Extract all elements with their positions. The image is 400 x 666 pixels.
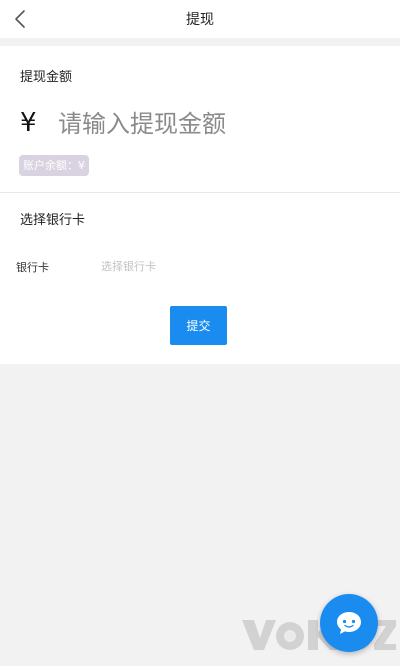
amount-input[interactable] [58, 106, 378, 142]
amount-section-label: 提现金额 [20, 70, 73, 85]
header-gap [0, 38, 400, 46]
nav-bar: 提现 [0, 0, 400, 38]
balance-badge: 账户余额：¥ [19, 155, 89, 176]
withdraw-page: 提现 提现金额 ¥ 账户余额：¥ 选择银行卡 银行卡 选择银行卡 提交 [0, 0, 400, 666]
bank-card-label: 银行卡 [16, 261, 49, 274]
page-title: 提现 [186, 12, 214, 28]
section-divider [0, 192, 400, 193]
submit-button[interactable]: 提交 [170, 306, 227, 345]
bank-card-select[interactable]: 选择银行卡 [101, 258, 156, 274]
currency-symbol: ¥ [20, 108, 37, 138]
chat-button[interactable] [320, 594, 378, 652]
bank-section-label: 选择银行卡 [20, 213, 86, 228]
withdraw-form-card: 提现金额 ¥ 账户余额：¥ 选择银行卡 银行卡 选择银行卡 提交 [0, 46, 400, 364]
